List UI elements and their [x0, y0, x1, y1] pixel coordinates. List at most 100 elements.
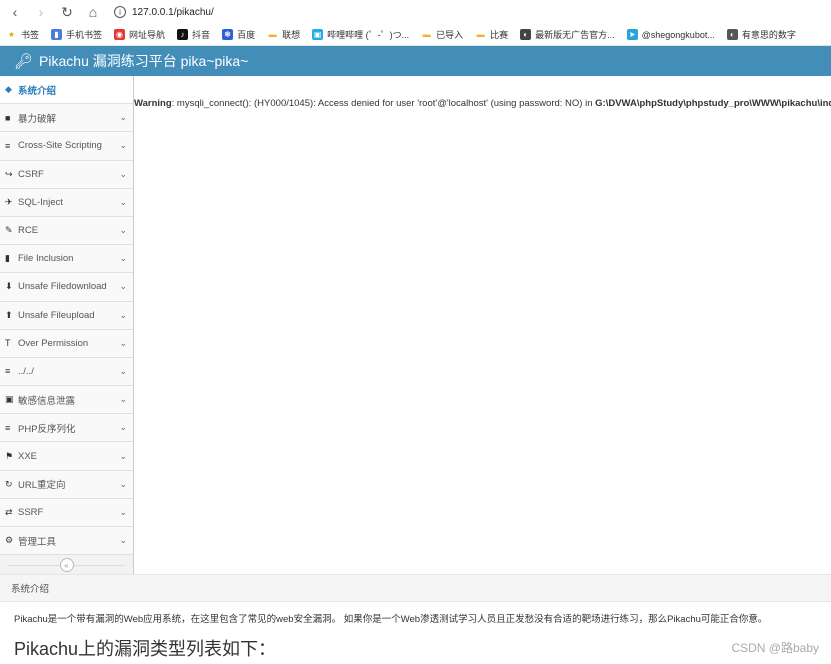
chevron-down-icon: ⌄ [119, 196, 127, 207]
folder-icon: ▬ [476, 30, 485, 39]
sidebar-item-file-inclusion[interactable]: ▮ File Inclusion ⌄ [0, 245, 133, 274]
site-icon: ◐ [520, 29, 532, 40]
chevron-down-icon: ⌄ [119, 365, 127, 376]
sidebar-item-xxe[interactable]: ⚑ XXE ⌄ [0, 442, 133, 471]
phone-icon: ▮ [51, 29, 63, 40]
plane-icon: ✈ [5, 196, 13, 207]
chevron-down-icon: ⌄ [119, 225, 127, 236]
forward-icon[interactable]: › [32, 3, 50, 21]
align-left-icon: ≡ [5, 366, 11, 377]
upload-icon: ⬆ [5, 309, 13, 320]
main-content: Warning: mysqli_connect(): (HY000/1045):… [134, 76, 831, 574]
bookmark-item[interactable]: ◐ 有意思的数字 [726, 28, 796, 41]
download-icon: ⬇ [5, 281, 13, 292]
bookmark-item[interactable]: ❃ 百度 [222, 28, 255, 41]
chevron-down-icon: ⌄ [119, 394, 127, 405]
watermark: CSDN @路baby [731, 641, 819, 655]
reload-icon[interactable]: ↻ [58, 3, 76, 21]
sidebar-item-csrf[interactable]: ↪ CSRF ⌄ [0, 160, 133, 189]
sidebar-item-ssrf[interactable]: ⇄ SSRF ⌄ [0, 498, 133, 527]
sidebar-item-label: XXE [18, 450, 38, 462]
bookmark-item[interactable]: ◐ 最新版无广告官方... [520, 28, 615, 41]
back-icon[interactable]: ‹ [6, 3, 24, 21]
chevron-down-icon: ⌄ [119, 337, 127, 348]
warning-path: G:\DVWA\phpStudy\phpstudy_pro\WWW\pikach… [595, 98, 831, 109]
sidebar-item-over-permission[interactable]: T Over Permission ⌄ [0, 329, 133, 358]
fire-icon: ■ [5, 112, 11, 123]
chevron-down-icon: ⌄ [119, 253, 127, 264]
page-heading: Pikachu上的漏洞类型列表如下： [14, 639, 277, 659]
bookmark-label: 最新版无广告官方... [535, 30, 615, 40]
tag-icon: ◆ [5, 84, 12, 95]
bookmark-item[interactable]: ▮ 手机书签 [51, 28, 102, 41]
breadcrumb-item[interactable]: 系统介绍 [11, 581, 49, 595]
repeat-icon: ↻ [5, 478, 13, 489]
intro-text: Pikachu是一个带有漏洞的Web应用系统，在这里包含了常见的web安全漏洞。… [14, 614, 768, 625]
sidebar: ◆ 系统介绍 ■ 暴力破解 ⌄ ≡ Cross-Site Scripting ⌄ ↪ CSRF ⌄ ✈… [0, 76, 134, 574]
sidebar-item-label: 暴力破解 [18, 113, 57, 125]
bookmark-item[interactable]: ★ 书签 [6, 28, 39, 41]
text-width-icon: T [5, 338, 11, 349]
align-left-icon: ≡ [5, 422, 11, 433]
bookmark-item[interactable]: ▬ 已导入 [421, 28, 464, 41]
sidebar-item-系统介绍[interactable]: ◆ 系统介绍 [0, 76, 133, 105]
bookmarks-bar: ★ 书签 ▮ 手机书签 ◉ 网址导航 ♪ 抖音 ❃ 百度 ▬ 联想 ▣ 哔哩哔哩 (゜-゜)つ... ▬ 已导… [0, 24, 831, 46]
bookmark-item[interactable]: ➤ @shegongkubot... [626, 29, 715, 40]
douyin-icon: ♪ [177, 29, 189, 40]
app-title[interactable]: 🔑︎ Pikachu 漏洞练习平台 pika~pika~ [14, 51, 248, 71]
key-icon: 🔑︎ [14, 53, 34, 70]
sidebar-item-label: 敏感信息泄露 [18, 395, 76, 407]
sidebar-item-rce[interactable]: ✎ RCE ⌄ [0, 216, 133, 246]
telegram-icon: ➤ [626, 29, 638, 40]
sidebar-item-php反序列化[interactable]: ≡ PHP反序列化 ⌄ [0, 414, 133, 443]
double-chevron-left-icon[interactable]: « [59, 558, 74, 573]
camera-icon: ▣ [5, 394, 14, 405]
sidebar-item-label: SQL-Inject [18, 196, 63, 208]
file-icon: ▮ [5, 253, 10, 264]
folder-icon: ▬ [422, 30, 431, 39]
bookmark-item[interactable]: ▬ 比赛 [475, 28, 509, 41]
app-header: 🔑︎ Pikachu 漏洞练习平台 pika~pika~ [0, 46, 831, 76]
bookmark-item[interactable]: ▬ 联想 [267, 28, 301, 41]
chevron-down-icon: ⌄ [119, 112, 127, 123]
gear-icon: ⚙ [5, 535, 14, 546]
bookmark-item[interactable]: ◉ 网址导航 [114, 28, 165, 41]
chevron-down-icon: ⌄ [119, 506, 127, 517]
info-icon[interactable]: i [114, 6, 126, 18]
chevron-down-icon: ⌄ [119, 140, 127, 151]
bilibili-icon: ▣ [312, 29, 324, 40]
sidebar-collapse-bar: « [0, 555, 133, 575]
breadcrumb: 系统介绍 [0, 574, 831, 602]
bookmark-item[interactable]: ♪ 抖音 [177, 28, 210, 41]
chevron-down-icon: ⌄ [119, 422, 127, 433]
sidebar-item-暴力破解[interactable]: ■ 暴力破解 ⌄ [0, 104, 133, 133]
sidebar-item-label: RCE [18, 225, 39, 237]
sidebar-item-unsafe-fileupload[interactable]: ⬆ Unsafe Fileupload ⌄ [0, 301, 133, 330]
sidebar-item-unsafe-filedownload[interactable]: ⬇ Unsafe Filedownload ⌄ [0, 273, 133, 302]
warning-label: Warning [134, 98, 172, 109]
sidebar-item-label: Cross-Site Scripting [18, 140, 102, 152]
sidebar-item-label: 系统介绍 [18, 85, 57, 97]
sidebar-item-label: SSRF [18, 506, 44, 518]
sidebar-item-管理工具[interactable]: ⚙ 管理工具 ⌄ [0, 527, 133, 556]
folder-icon: ▬ [268, 30, 277, 39]
bookmark-label: 网址导航 [129, 30, 166, 40]
browser-toolbar: ‹ › ↻ ⌂ i 127.0.0.1/pikachu/ [0, 0, 831, 24]
bookmark-label: 联想 [282, 30, 301, 40]
site-icon: ◐ [726, 29, 738, 40]
sidebar-item-cross-site-scripting[interactable]: ≡ Cross-Site Scripting ⌄ [0, 132, 133, 161]
home-icon[interactable]: ⌂ [84, 3, 102, 21]
bookmark-item[interactable]: ▣ 哔哩哔哩 (゜-゜)つ... [312, 28, 409, 41]
bookmark-label: 哔哩哔哩 (゜-゜)つ... [327, 30, 410, 40]
sidebar-item-敏感信息泄露[interactable]: ▣ 敏感信息泄露 ⌄ [0, 386, 133, 415]
bookmark-label: 已导入 [436, 30, 464, 40]
sidebar-item-sql-inject[interactable]: ✈ SQL-Inject ⌄ [0, 188, 133, 217]
sidebar-item-item-10[interactable]: ≡ ../../ ⌄ [0, 357, 133, 387]
address-bar[interactable]: i 127.0.0.1/pikachu/ [114, 6, 214, 18]
bookmark-label: 百度 [237, 30, 256, 40]
sidebar-item-label: Unsafe Filedownload [18, 281, 107, 293]
sidebar-item-label: CSRF [18, 168, 44, 180]
warning-message: : mysqli_connect(): (HY000/1045): Access… [171, 98, 596, 109]
share-icon: ↪ [5, 168, 13, 179]
sidebar-item-url重定向[interactable]: ↻ URL重定向 ⌄ [0, 470, 133, 499]
